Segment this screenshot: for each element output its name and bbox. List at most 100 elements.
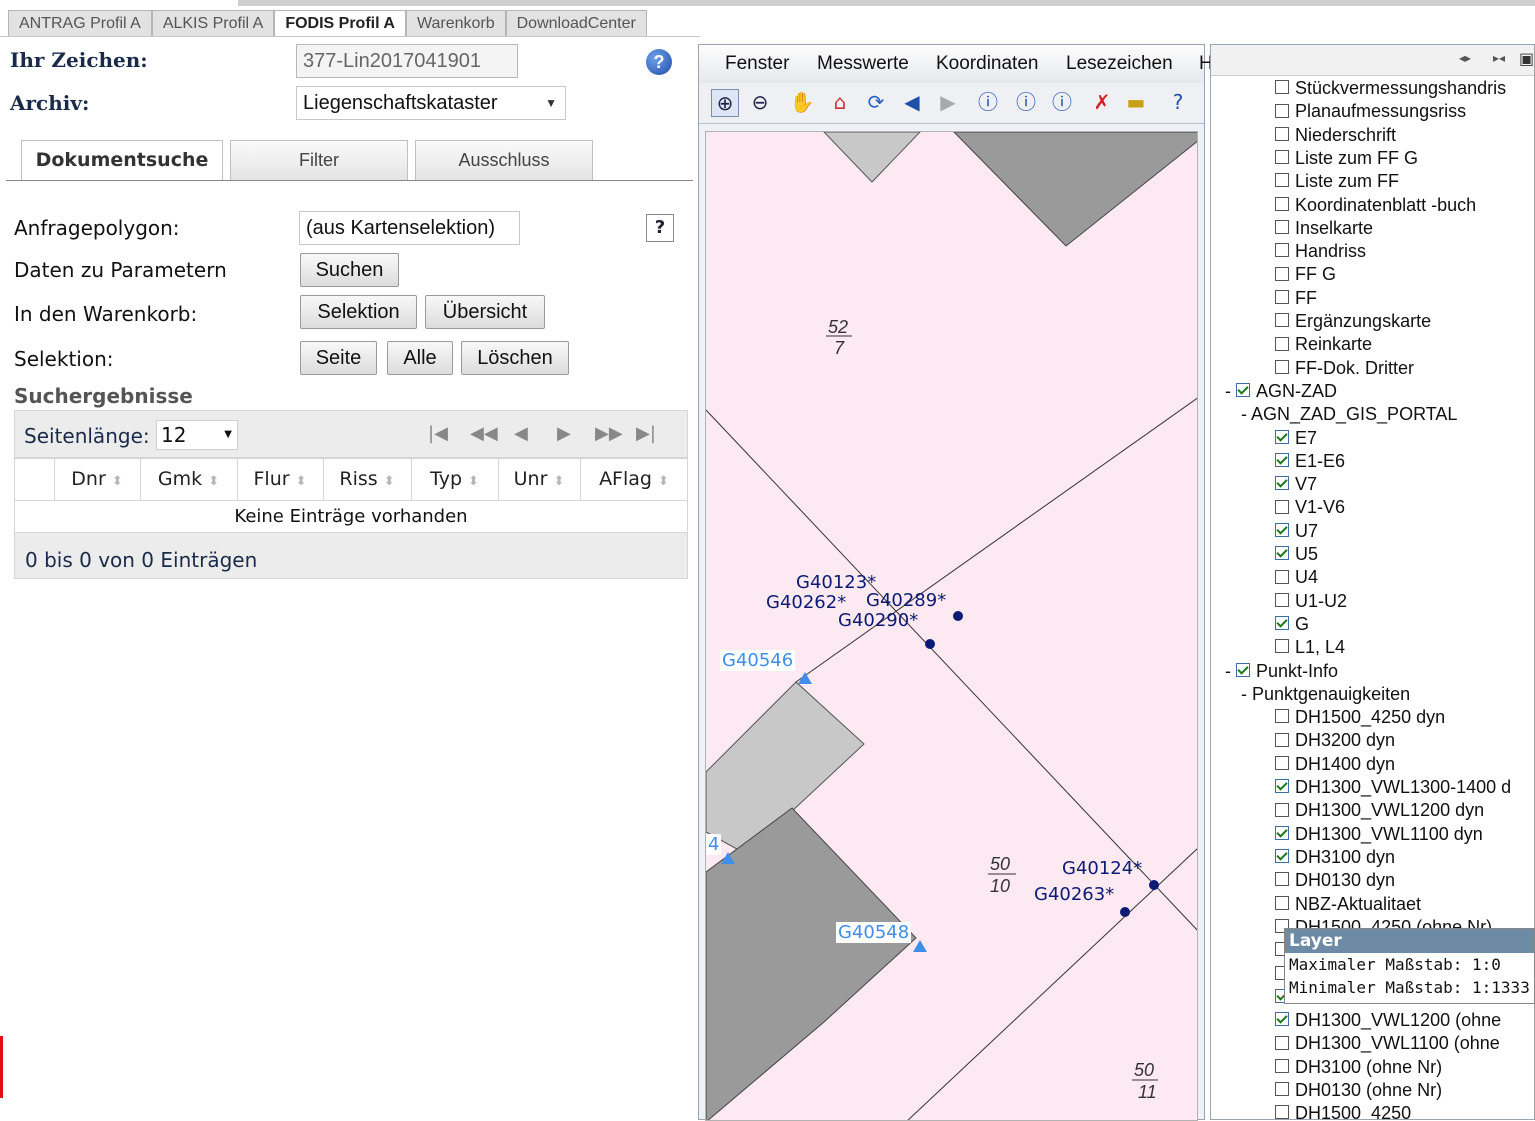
column-riss[interactable]: Riss ⬍ [323,458,412,500]
layer-item[interactable]: Handriss [1275,240,1366,263]
layer-checkbox[interactable] [1275,220,1289,235]
layer-item[interactable]: Koordinatenblatt -buch [1275,194,1476,217]
anfragepolygon-help-button[interactable]: ? [646,214,674,242]
layer-item[interactable]: Reinkarte [1275,333,1372,356]
layer-checkbox[interactable] [1275,849,1289,864]
tab-warenkorb[interactable]: Warenkorb [405,10,506,37]
layer-item[interactable]: DH0130 dyn [1275,869,1395,892]
tab-fodis-profil[interactable]: FODIS Profil A [274,10,406,37]
layer-checkbox[interactable] [1275,895,1289,910]
zoom-in-icon[interactable]: ⊕ [711,89,739,117]
column-typ[interactable]: Typ ⬍ [411,458,499,500]
layer-checkbox[interactable] [1275,80,1289,95]
layer-checkbox[interactable] [1275,616,1289,631]
layer-checkbox[interactable] [1275,313,1289,328]
subtab-ausschluss[interactable]: Ausschluss [415,140,593,180]
layer-checkbox[interactable] [1275,639,1289,654]
info3-icon[interactable]: ⓘ [1049,89,1075,115]
layer-checkbox[interactable] [1275,1012,1289,1027]
last-page-icon[interactable]: ▶| [636,423,656,444]
pan-hand-icon[interactable]: ✋ [789,89,815,115]
layer-item[interactable]: FF [1275,287,1317,310]
layer-checkbox[interactable] [1275,732,1289,747]
layer-item[interactable]: V7 [1275,473,1317,496]
layer-item[interactable]: Planaufmessungsriss [1275,100,1466,123]
menu-koordinaten[interactable]: Koordinaten [936,53,1038,75]
layer-item[interactable]: DH1300_VWL1200 dyn [1275,799,1484,822]
collapse-icon[interactable]: ▸◂ [1493,51,1505,65]
layer-item[interactable]: DH1400 dyn [1275,753,1395,776]
point-marker[interactable] [1149,880,1159,890]
point-marker-triangle[interactable] [913,940,927,952]
layer-checkbox[interactable] [1275,453,1289,468]
layer-item[interactable]: G [1275,613,1309,636]
map-canvas[interactable]: 52 7 50 10 50 11 G40123* G40262* G40289*… [705,131,1198,1121]
info2-icon[interactable]: ⓘ [1013,89,1039,115]
page-length-select[interactable]: 12 ▼ [156,420,238,450]
layer-item[interactable]: L1, L4 [1275,636,1345,659]
layer-checkbox[interactable] [1275,872,1289,887]
layer-item[interactable]: U4 [1275,566,1318,589]
layer-item[interactable]: DH1500_4250 dyn [1275,706,1445,729]
point-marker[interactable] [1120,907,1130,917]
prev-page-icon[interactable]: ◀ [514,423,528,444]
layer-checkbox[interactable] [1275,779,1289,794]
tree-toggle-icon[interactable]: - [1241,684,1252,704]
loeschen-button[interactable]: Löschen [461,341,569,375]
first-page-icon[interactable]: |◀ [428,423,448,444]
column-aflag[interactable]: AFlag ⬍ [580,458,688,500]
back-icon[interactable]: ◀ [899,89,925,115]
layer-checkbox[interactable] [1275,592,1289,607]
refresh-icon[interactable]: ⟳ [863,89,889,115]
layer-item[interactable]: DH1500_4250 [1275,1102,1411,1119]
column-flur[interactable]: Flur ⬍ [237,458,324,500]
layer-item[interactable]: DH0130 (ohne Nr) [1275,1079,1442,1102]
layer-item[interactable]: FF-Dok. Dritter [1275,357,1414,380]
zoom-out-icon[interactable]: ⊖ [747,89,773,115]
layer-checkbox[interactable] [1275,569,1289,584]
help-icon[interactable]: ? [646,49,672,75]
layer-checkbox[interactable] [1275,150,1289,165]
menu-messwerte[interactable]: Messwerte [817,53,909,75]
layer-checkbox[interactable] [1275,266,1289,281]
layer-item[interactable]: Liste zum FF [1275,170,1399,193]
layer-checkbox[interactable] [1275,1082,1289,1097]
pin-icon[interactable]: ▣ [1519,49,1534,68]
column-gmk[interactable]: Gmk ⬍ [140,458,238,500]
tab-antrag-profil[interactable]: ANTRAG Profil A [8,10,152,37]
layer-item[interactable]: DH1300_VWL1100 (ohne [1275,1032,1500,1055]
home-icon[interactable]: ⌂ [827,89,853,115]
layer-item[interactable]: Niederschrift [1275,124,1396,147]
layer-checkbox[interactable] [1275,546,1289,561]
column-unr[interactable]: Unr ⬍ [498,458,581,500]
menu-fenster[interactable]: Fenster [725,53,789,75]
layer-checkbox[interactable] [1275,522,1289,537]
layer-checkbox[interactable] [1275,429,1289,444]
layer-checkbox[interactable] [1275,359,1289,374]
layer-item[interactable]: FF G [1275,263,1336,286]
layer-item[interactable]: U5 [1275,543,1318,566]
uebersicht-button[interactable]: Übersicht [425,295,545,329]
forward-icon[interactable]: ▶ [935,89,961,115]
layer-item[interactable]: NBZ-Aktualitaet [1275,893,1421,916]
layer-checkbox[interactable] [1275,1058,1289,1073]
tree-toggle-icon[interactable]: - [1241,404,1251,424]
tree-toggle-icon[interactable]: - [1225,381,1236,401]
layer-checkbox[interactable] [1275,755,1289,770]
layer-item[interactable]: DH3100 (ohne Nr) [1275,1056,1442,1079]
layer-item[interactable]: - AGN-ZAD [1225,380,1337,403]
column-dnr[interactable]: Dnr ⬍ [54,458,141,500]
layer-checkbox[interactable] [1275,1035,1289,1050]
layer-item[interactable]: U7 [1275,520,1318,543]
selektion-button[interactable]: Selektion [300,295,417,329]
layer-item[interactable]: V1-V6 [1275,496,1345,519]
layer-checkbox[interactable] [1275,802,1289,817]
layer-item[interactable]: Stückvermessungshandris [1275,77,1506,100]
next-page-icon[interactable]: ▶ [557,423,571,444]
layer-item[interactable]: U1-U2 [1275,590,1347,613]
info-icon[interactable]: ⓘ [975,89,1001,115]
layer-checkbox[interactable] [1275,709,1289,724]
layer-checkbox[interactable] [1236,662,1250,677]
next-block-icon[interactable]: ▶▶ [595,423,623,444]
layer-item[interactable]: DH3200 dyn [1275,729,1395,752]
